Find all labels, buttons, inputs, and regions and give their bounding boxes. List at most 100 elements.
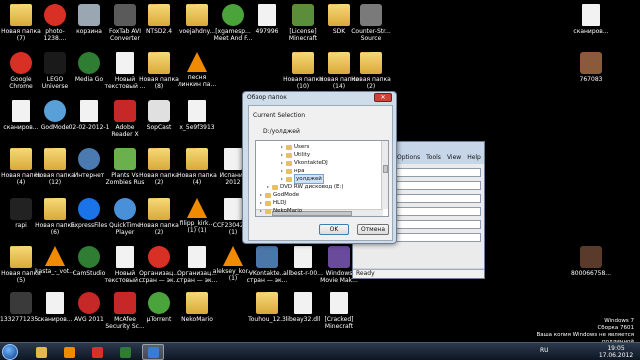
- desktop-icon[interactable]: сканиров...: [36, 290, 74, 338]
- desktop-icon[interactable]: Google Chrome: [2, 50, 40, 98]
- taskbar-button[interactable]: [58, 344, 80, 360]
- desktop-icon[interactable]: 497996: [248, 2, 286, 50]
- desktop-icon[interactable]: allbest-r-00...: [283, 244, 323, 292]
- quicktime-icon: [114, 198, 136, 220]
- desktop-icon[interactable]: NTSD2.4: [140, 2, 178, 50]
- desktop-icon[interactable]: песня линкин па...: [178, 50, 216, 98]
- desktop-icon[interactable]: Новая папка (8): [139, 50, 179, 98]
- taskbar-button[interactable]: [114, 344, 136, 360]
- desktop-icon[interactable]: NekoMario: [178, 290, 216, 338]
- folder-icon: [186, 148, 208, 170]
- cancel-button[interactable]: Отмена: [357, 224, 389, 235]
- taskbar-button[interactable]: [142, 344, 164, 360]
- close-button[interactable]: ✕: [374, 93, 392, 102]
- current-path: D:/уолджей: [263, 128, 300, 135]
- desktop-icon[interactable]: Организац... стран — эк...: [138, 244, 180, 292]
- desktop-icon[interactable]: kasta_-_vot...: [35, 244, 75, 292]
- desktop-icon[interactable]: CamStudio: [70, 244, 108, 292]
- desktop-icon[interactable]: ExpressFiles: [70, 196, 108, 244]
- desktop-icon[interactable]: libeay32.dll: [284, 290, 322, 338]
- menu-tools[interactable]: Tools: [426, 154, 441, 163]
- scrollbar-thumb[interactable]: [383, 165, 388, 173]
- desktop-icon[interactable]: 767083: [572, 50, 610, 98]
- expand-arrow-icon[interactable]: ▸: [281, 175, 285, 183]
- tree-item[interactable]: ▸ VkontakteDJ: [281, 159, 328, 167]
- desktop-icon[interactable]: Новая папка (4): [1, 146, 41, 194]
- language-indicator[interactable]: RU: [540, 347, 549, 354]
- desktop-icon[interactable]: Новая папка (2): [139, 196, 179, 244]
- desktop-icon[interactable]: rapi: [2, 196, 40, 244]
- menu-options[interactable]: Options: [397, 154, 420, 163]
- expand-arrow-icon[interactable]: ▸: [267, 183, 271, 191]
- tree-item[interactable]: ▸ DVD RW дисковод (E:): [267, 183, 344, 191]
- expand-arrow-icon[interactable]: ▸: [281, 167, 285, 175]
- desktop-icon[interactable]: Новая папка (2): [139, 146, 179, 194]
- desktop-icon[interactable]: filipp_kirk... (1) (1): [178, 196, 216, 244]
- desktop-icon[interactable]: LEGO Universe: [36, 50, 74, 98]
- expand-arrow-icon[interactable]: ▸: [260, 191, 264, 199]
- tree-item[interactable]: ▸ GodMode: [260, 191, 299, 199]
- desktop-icon[interactable]: сканиров...: [2, 98, 40, 146]
- tree-item[interactable]: ▸ Utility: [281, 151, 310, 159]
- expand-arrow-icon[interactable]: ▸: [281, 151, 285, 159]
- expand-arrow-icon[interactable]: ▸: [281, 159, 285, 167]
- desktop-icon[interactable]: McAfee Security Sc...: [105, 290, 145, 338]
- start-button[interactable]: [2, 344, 18, 360]
- desktop-icon[interactable]: GodMode: [36, 98, 74, 146]
- desktop-icon[interactable]: FoxTab AVI Converter: [106, 2, 144, 50]
- desktop-icon[interactable]: SopCast: [140, 98, 178, 146]
- desktop-icon[interactable]: [License] Minecraft: [284, 2, 322, 50]
- folder-tree[interactable]: ▸ Users ▸ Utility ▸ VkontakteDJ ▸ нра ▸ уолджей ▸ D…: [255, 140, 389, 217]
- document-icon: [294, 246, 312, 268]
- desktop-icon[interactable]: Организац... стран — эк...: [177, 244, 217, 292]
- media-player-icon: [63, 346, 75, 358]
- desktop-icon[interactable]: photo-1238....: [36, 2, 74, 50]
- desktop-icon[interactable]: QuickTime Player: [106, 196, 144, 244]
- desktop-icon[interactable]: Новая папка (4): [177, 146, 217, 194]
- desktop-icon[interactable]: voejahdny...: [178, 2, 216, 50]
- desktop-icon[interactable]: aleksey_kor... (1): [213, 244, 253, 292]
- desktop-icon[interactable]: 02-02-2012-1: [69, 98, 109, 146]
- tree-item[interactable]: ▸ Users: [281, 143, 309, 151]
- recycle-bin-icon: [78, 4, 100, 26]
- expand-arrow-icon[interactable]: ▸: [260, 207, 264, 215]
- desktop-icon[interactable]: сканиров...: [572, 2, 610, 50]
- expand-arrow-icon[interactable]: ▸: [260, 199, 264, 207]
- desktop-icon[interactable]: Counter-Str... Source: [351, 2, 391, 50]
- desktop-icon[interactable]: 1332771235...: [0, 290, 42, 338]
- desktop-icon[interactable]: Новый текстовый ...: [104, 244, 146, 292]
- desktop-icon[interactable]: x_5e9f3913: [178, 98, 216, 146]
- desktop-icon[interactable]: AVG 2011: [70, 290, 108, 338]
- expand-arrow-icon[interactable]: ▸: [281, 143, 285, 151]
- folder-icon: [148, 148, 170, 170]
- clock[interactable]: 19:05 17.06.2012: [598, 345, 634, 359]
- desktop-icon[interactable]: VKontakte... стран — эк...: [247, 244, 287, 292]
- desktop-icon[interactable]: Новая папка (7): [1, 2, 41, 50]
- desktop-icon[interactable]: µTorrent: [140, 290, 178, 338]
- desktop-icon-label: Организац... стран — эк...: [138, 270, 180, 284]
- tree-item[interactable]: ▸ HLDJ: [260, 199, 286, 207]
- desktop-icon[interactable]: [xgamesp... Meet And F...: [214, 2, 252, 50]
- desktop-icon[interactable]: Adobe Reader X: [106, 98, 144, 146]
- menu-view[interactable]: View: [447, 154, 461, 163]
- tree-item[interactable]: ▸ уолджей: [281, 174, 324, 184]
- desktop-icon[interactable]: Новая папка (12): [35, 146, 75, 194]
- desktop-icon[interactable]: Touhou_12.3: [248, 290, 286, 338]
- desktop-icon[interactable]: Интернет: [70, 146, 108, 194]
- menu-help[interactable]: Help: [467, 154, 481, 163]
- tree-item[interactable]: ▸ NekoMario: [260, 207, 302, 215]
- folder-icon: [360, 52, 382, 74]
- vertical-scrollbar[interactable]: [381, 141, 388, 209]
- desktop-icon[interactable]: [Cracked] Minecraft: [320, 290, 358, 338]
- desktop-icon[interactable]: Новая папка (6): [35, 196, 75, 244]
- desktop-icon[interactable]: Media Go: [70, 50, 108, 98]
- desktop-icon[interactable]: 800066758...: [571, 244, 611, 292]
- ok-button[interactable]: OK: [319, 224, 349, 235]
- current-selection-label: Current Selection: [253, 112, 306, 119]
- taskbar-button[interactable]: [86, 344, 108, 360]
- desktop-icon[interactable]: корзина: [70, 2, 108, 50]
- desktop-icon[interactable]: Новый текстовый ...: [104, 50, 146, 98]
- vlc-icon: [223, 246, 243, 266]
- desktop-icon[interactable]: Plants Vs Zombies Rus: [106, 146, 144, 194]
- taskbar-button[interactable]: [30, 344, 52, 360]
